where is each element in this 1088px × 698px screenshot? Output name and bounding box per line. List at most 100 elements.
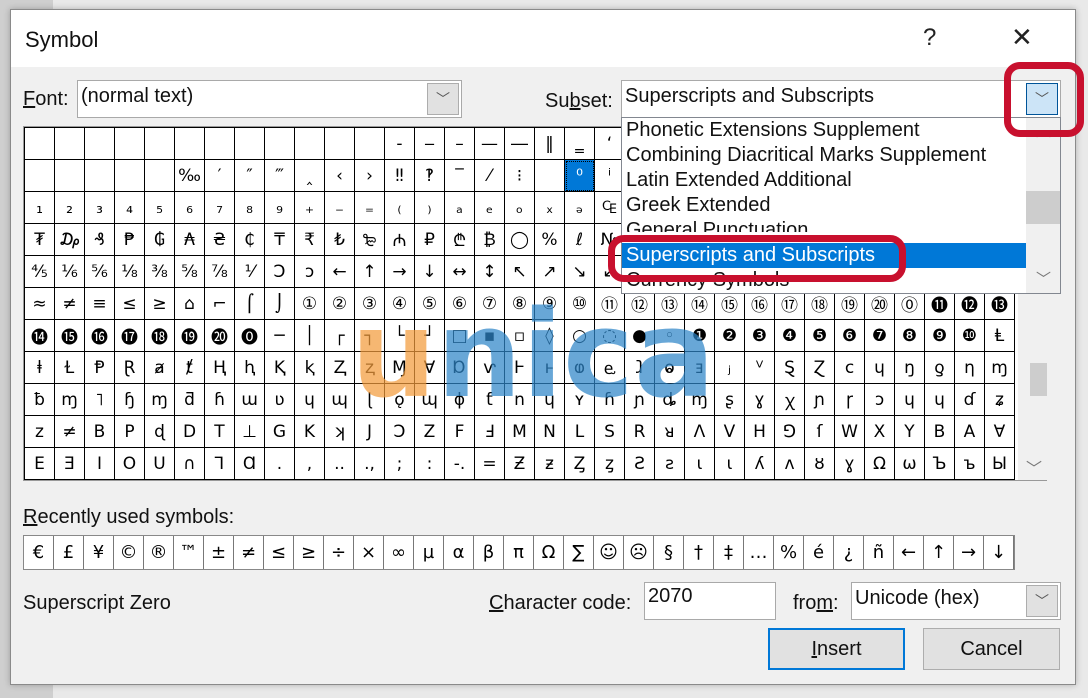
symbol-cell[interactable]: V: [715, 416, 745, 448]
symbol-cell[interactable]: ⑨: [535, 288, 565, 320]
symbol-cell[interactable]: [85, 128, 115, 160]
recent-symbol-cell[interactable]: ™: [174, 536, 204, 569]
symbol-cell[interactable]: ℓ: [565, 224, 595, 256]
symbol-cell[interactable]: ↖: [505, 256, 535, 288]
symbol-cell[interactable]: ❺: [805, 320, 835, 352]
symbol-cell[interactable]: ‒: [415, 128, 445, 160]
symbol-cell[interactable]: ◦: [655, 320, 685, 352]
symbol-cell[interactable]: :: [415, 448, 445, 480]
symbol-cell[interactable]: ƍ: [925, 352, 955, 384]
symbol-cell[interactable]: ⓯: [55, 320, 85, 352]
symbol-cell[interactable]: [25, 160, 55, 192]
help-button[interactable]: ?: [923, 24, 936, 52]
scrollbar-thumb[interactable]: [1030, 363, 1047, 396]
chevron-down-icon[interactable]: ﹀: [1026, 455, 1042, 479]
symbol-cell[interactable]: X: [865, 416, 895, 448]
symbol-cell[interactable]: ⱱ: [475, 352, 505, 384]
symbol-cell[interactable]: ‾: [445, 160, 475, 192]
recent-symbol-cell[interactable]: ↓: [984, 536, 1014, 569]
symbol-cell[interactable]: ɧ: [115, 384, 145, 416]
symbol-cell[interactable]: η: [955, 352, 985, 384]
symbol-cell[interactable]: ⱷ: [565, 352, 595, 384]
symbol-cell[interactable]: ₊: [295, 192, 325, 224]
recent-symbol-cell[interactable]: ←: [894, 536, 924, 569]
symbol-cell[interactable]: ʞ: [325, 416, 355, 448]
symbol-cell[interactable]: [115, 128, 145, 160]
symbol-cell[interactable]: ┘: [415, 320, 445, 352]
symbol-cell[interactable]: ₅: [145, 192, 175, 224]
symbol-cell[interactable]: ⱸ: [595, 352, 625, 384]
symbol-cell[interactable]: R: [625, 416, 655, 448]
symbol-cell[interactable]: ₿: [475, 224, 505, 256]
symbol-cell[interactable]: ⅂: [205, 448, 235, 480]
symbol-cell[interactable]: ↄ: [295, 256, 325, 288]
symbol-cell[interactable]: ƀ: [25, 384, 55, 416]
scrollbar-thumb[interactable]: [1026, 191, 1060, 224]
symbol-cell[interactable]: ❻: [835, 320, 865, 352]
symbol-cell[interactable]: ❼: [865, 320, 895, 352]
symbol-cell[interactable]: Ƶ: [505, 448, 535, 480]
symbol-cell[interactable]: G: [265, 416, 295, 448]
symbol-cell[interactable]: ⁰: [565, 160, 595, 192]
symbol-cell[interactable]: –: [445, 128, 475, 160]
symbol-cell[interactable]: ›: [355, 160, 385, 192]
symbol-cell[interactable]: ₹: [295, 224, 325, 256]
symbol-cell[interactable]: ₽: [415, 224, 445, 256]
symbol-cell[interactable]: ⅚: [85, 256, 115, 288]
symbol-cell[interactable]: ↗: [535, 256, 565, 288]
symbol-cell[interactable]: ⑩: [565, 288, 595, 320]
symbol-cell[interactable]: I: [85, 448, 115, 480]
symbol-cell[interactable]: Ǝ: [55, 448, 85, 480]
symbol-cell[interactable]: ⱻ: [685, 352, 715, 384]
symbol-cell[interactable]: ⱥ: [145, 352, 175, 384]
symbol-cell[interactable]: ↓: [415, 256, 445, 288]
symbol-cell[interactable]: ʂ: [715, 384, 745, 416]
symbol-cell[interactable]: ⱽ: [745, 352, 775, 384]
symbol-cell[interactable]: ɗ: [955, 384, 985, 416]
symbol-cell[interactable]: ④: [385, 288, 415, 320]
symbol-cell[interactable]: [145, 128, 175, 160]
recent-symbol-cell[interactable]: ñ: [864, 536, 894, 569]
symbol-cell[interactable]: Ɒ: [445, 352, 475, 384]
symbol-cell[interactable]: .,: [355, 448, 385, 480]
symbol-cell[interactable]: ∩: [175, 448, 205, 480]
symbol-cell[interactable]: ≈: [25, 288, 55, 320]
symbol-cell[interactable]: ┌: [325, 320, 355, 352]
recent-symbol-cell[interactable]: →: [954, 536, 984, 569]
symbol-cell[interactable]: ₐ: [445, 192, 475, 224]
symbol-cell[interactable]: ɱ: [55, 384, 85, 416]
symbol-cell[interactable]: ⓰: [85, 320, 115, 352]
symbol-cell[interactable]: ≥: [145, 288, 175, 320]
symbol-cell[interactable]: Ⱶ: [505, 352, 535, 384]
recent-symbol-cell[interactable]: ‡: [714, 536, 744, 569]
symbol-cell[interactable]: ≡: [85, 288, 115, 320]
symbol-cell[interactable]: ɦ: [595, 384, 625, 416]
symbol-cell[interactable]: ′: [205, 160, 235, 192]
symbol-cell[interactable]: ɰ: [415, 384, 445, 416]
symbol-cell[interactable]: [265, 128, 295, 160]
symbol-cell[interactable]: ſ: [805, 416, 835, 448]
symbol-cell[interactable]: K: [295, 416, 325, 448]
symbol-cell[interactable]: ɭ: [355, 384, 385, 416]
symbol-cell[interactable]: ❿: [955, 320, 985, 352]
symbol-cell[interactable]: %: [535, 224, 565, 256]
symbol-cell[interactable]: ❸: [745, 320, 775, 352]
symbol-cell[interactable]: ȥ: [595, 448, 625, 480]
symbol-cell[interactable]: ‸: [295, 160, 325, 192]
symbol-cell[interactable]: ₼: [385, 224, 415, 256]
symbol-cell[interactable]: ⓱: [115, 320, 145, 352]
subset-option[interactable]: Phonetic Extensions Supplement: [622, 118, 1026, 143]
symbol-cell[interactable]: U: [145, 448, 175, 480]
symbol-cell[interactable]: ⌂: [175, 288, 205, 320]
symbol-cell[interactable]: ᴄ: [835, 352, 865, 384]
symbol-cell[interactable]: ⅟: [235, 256, 265, 288]
symbol-cell[interactable]: ◊: [535, 320, 565, 352]
symbol-cell[interactable]: ‰: [175, 160, 205, 192]
symbol-cell[interactable]: ≠: [55, 416, 85, 448]
symbol-cell[interactable]: ;: [385, 448, 415, 480]
symbol-cell[interactable]: ↔: [445, 256, 475, 288]
symbol-cell[interactable]: ◌: [595, 320, 625, 352]
symbol-cell[interactable]: Ⱬ: [325, 352, 355, 384]
symbol-cell[interactable]: ⌠: [235, 288, 265, 320]
recent-symbol-cell[interactable]: §: [654, 536, 684, 569]
